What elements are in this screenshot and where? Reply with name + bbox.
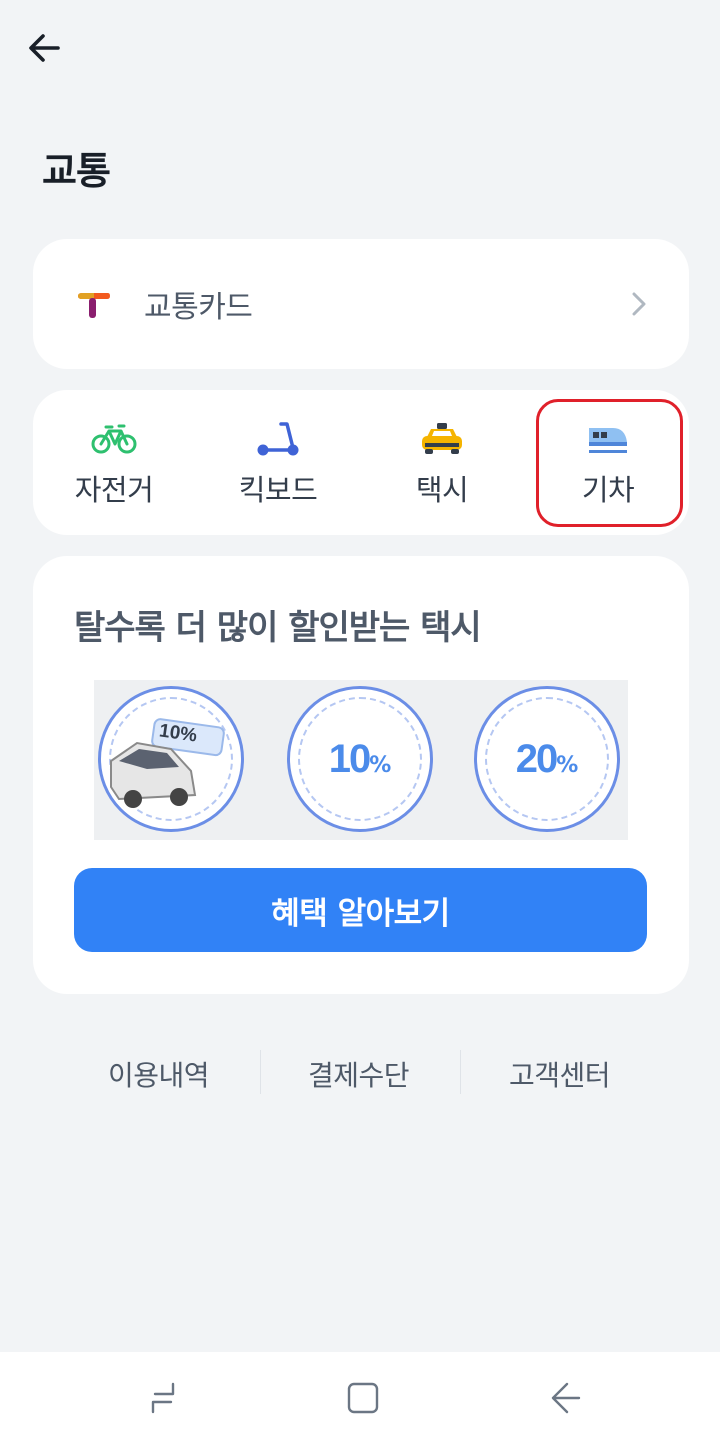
link-divider [460, 1050, 461, 1094]
promo-badge-20-value: 20 [515, 736, 558, 781]
recent-apps-icon [151, 1382, 175, 1414]
promo-title: 탈수록 더 많이 할인받는 택시 [74, 608, 482, 648]
usage-history-link[interactable]: 이용내역 [108, 1054, 210, 1094]
promo-badge-20-symbol: % [556, 752, 579, 778]
system-back-button[interactable] [540, 1376, 590, 1420]
tmoney-logo-icon [78, 293, 110, 318]
taxi-icon [422, 423, 462, 454]
mode-scooter[interactable]: 킥보드 [208, 405, 348, 525]
mode-taxi-label: 택시 [415, 473, 469, 507]
customer-center-link[interactable]: 고객센터 [509, 1054, 611, 1094]
transit-card-row[interactable] [33, 239, 689, 369]
mode-bicycle-label: 자전거 [74, 473, 154, 507]
home-button[interactable] [338, 1376, 388, 1420]
promo-badge-20: 20% [474, 686, 620, 832]
back-button[interactable] [18, 24, 70, 72]
benefits-button[interactable]: 혜택 알아보기 [74, 868, 647, 952]
home-icon [347, 1382, 379, 1414]
page-title: 교통 [42, 149, 111, 193]
transit-card-label: 교통카드 [144, 290, 253, 325]
scooter-icon [257, 422, 299, 456]
system-back-icon [551, 1382, 581, 1414]
taxi-van-icon [110, 718, 225, 808]
mode-bicycle[interactable]: 자전거 [44, 405, 184, 525]
bicycle-icon [91, 424, 137, 454]
promo-badge-10: 10% [287, 686, 433, 832]
promo-badge-10-value: 10 [328, 736, 371, 781]
arrow-left-icon [29, 34, 60, 62]
mode-scooter-label: 킥보드 [238, 473, 318, 507]
promo-badge-10-symbol: % [369, 752, 392, 778]
promo-badge-taxi: 10% [98, 686, 244, 832]
chevron-right-icon [632, 292, 646, 316]
recent-apps-button[interactable] [138, 1376, 188, 1420]
train-highlight-box [536, 399, 683, 527]
payment-method-link[interactable]: 결제수단 [308, 1054, 410, 1094]
mode-taxi[interactable]: 택시 [372, 405, 512, 525]
link-divider [260, 1050, 261, 1094]
